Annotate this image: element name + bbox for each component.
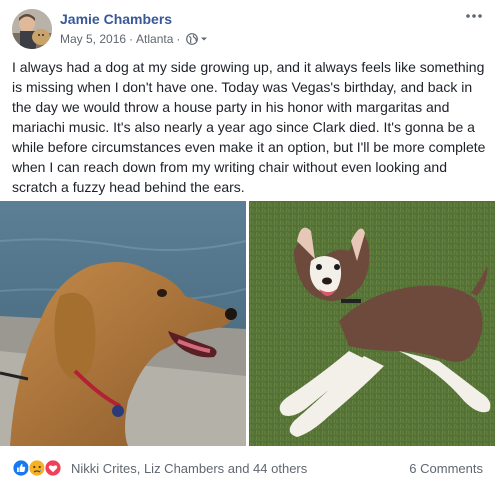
author-avatar[interactable] — [12, 9, 52, 49]
reactors-summary[interactable]: Nikki Crites, Liz Chambers and 44 others — [71, 461, 307, 476]
avatar-photo — [12, 9, 52, 49]
post-location[interactable]: Atlanta — [136, 32, 173, 46]
photo-dog-golden[interactable] — [0, 201, 246, 446]
privacy-caret-icon[interactable] — [200, 35, 208, 43]
sad-icon — [28, 459, 46, 477]
more-horizontal-icon[interactable] — [465, 9, 483, 23]
meta-separator: · — [129, 32, 134, 46]
photo-golden-retriever-image — [0, 201, 246, 446]
meta-separator: · — [176, 32, 181, 46]
photo-grid — [0, 201, 495, 446]
post-text: I always had a dog at my side growing up… — [12, 59, 486, 195]
photo-dog-husky[interactable] — [249, 201, 495, 446]
post-date[interactable]: May 5, 2016 — [60, 32, 126, 46]
like-icon — [12, 459, 30, 477]
post-header: Jamie Chambers May 5, 2016 · Atlanta · — [12, 9, 483, 49]
reaction-icons[interactable] — [12, 459, 68, 477]
photo-husky-image — [249, 201, 495, 446]
post-meta: May 5, 2016 · Atlanta · — [60, 32, 208, 46]
love-icon — [44, 459, 62, 477]
post-footer: Nikki Crites, Liz Chambers and 44 others… — [12, 456, 483, 480]
comments-count[interactable]: 6 Comments — [409, 461, 483, 476]
globe-icon[interactable] — [186, 33, 199, 45]
author-name[interactable]: Jamie Chambers — [60, 11, 172, 27]
